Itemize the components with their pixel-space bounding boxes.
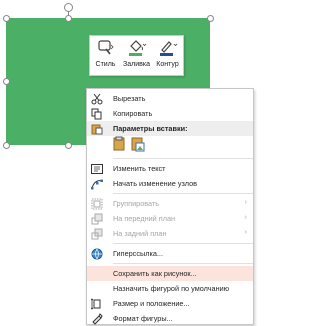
menu-item-set-default[interactable]: Назначить фигурой по умолчанию [87,281,253,296]
menu-item-size-position[interactable]: Размер и положение... [87,296,253,311]
menu-item-group[interactable]: Группировать › [87,196,253,211]
menu-item-hyperlink[interactable]: Гиперссылка... [87,246,253,261]
menu-item-label: Сохранить как рисунок... [113,269,197,278]
menu-item-copy[interactable]: Копировать [87,106,253,121]
edit-text-icon [87,161,107,176]
submenu-arrow-icon: › [244,229,247,236]
bring-front-icon [87,211,107,226]
resize-handle-top-right[interactable] [207,15,214,22]
resize-handle-bottom-left[interactable] [3,142,10,149]
style-brush-icon [97,39,115,57]
group-icon [87,196,107,211]
resize-handle-top[interactable] [65,15,72,22]
menu-separator [113,263,253,264]
menu-item-label: Начать изменение узлов [113,179,197,188]
outline-pen-icon [158,39,178,57]
menu-item-label: Гиперссылка... [113,249,163,258]
resize-handle-bottom[interactable] [65,142,72,149]
menu-item-label: Формат фигуры... [113,314,173,323]
fill-button[interactable]: Заливка [122,39,152,68]
context-menu: Вырезать Копировать Параметры вставки: И… [86,88,254,325]
rotation-handle[interactable] [64,3,73,12]
mini-toolbar: Стиль Заливка Контур [89,35,184,76]
size-position-icon [87,296,107,311]
paste-as-picture-icon[interactable] [131,136,145,157]
paste-keep-formatting-icon[interactable] [113,136,127,157]
menu-item-label: На передний план [113,214,176,223]
menu-item-save-as-picture[interactable]: Сохранить как рисунок... [87,266,253,281]
format-shape-icon [87,311,107,326]
hyperlink-globe-icon [87,246,107,261]
style-label: Стиль [95,61,116,68]
fill-bucket-icon [127,39,147,57]
menu-header-paste-options: Параметры вставки: [87,121,253,136]
menu-item-label: Копировать [113,109,153,118]
menu-separator [113,158,253,159]
fill-label: Заливка [123,61,150,68]
menu-item-label: Размер и положение... [113,299,190,308]
menu-item-cut[interactable]: Вырезать [87,91,253,106]
style-button[interactable]: Стиль [91,39,121,68]
menu-item-send-back[interactable]: На задний план › [87,226,253,241]
set-default-icon [87,281,107,296]
menu-item-label: На задний план [113,229,167,238]
menu-header-label: Параметры вставки: [113,124,188,133]
menu-item-label: Изменить текст [113,164,166,173]
resize-handle-top-left[interactable] [3,15,10,22]
menu-item-edit-points[interactable]: Начать изменение узлов [87,176,253,191]
menu-separator [113,193,253,194]
menu-separator [113,243,253,244]
send-back-icon [87,226,107,241]
menu-item-bring-front[interactable]: На передний план › [87,211,253,226]
resize-handle-left[interactable] [3,78,10,85]
menu-item-label: Вырезать [113,94,146,103]
submenu-arrow-icon: › [244,214,247,221]
menu-item-label: Группировать [113,199,160,208]
outline-button[interactable]: Контур [153,39,183,68]
menu-item-label: Назначить фигурой по умолчанию [113,284,230,293]
submenu-arrow-icon: › [244,199,247,206]
paste-icon [87,121,107,136]
menu-item-format-shape[interactable]: Формат фигуры... [87,311,253,326]
save-as-picture-icon [87,266,107,281]
edit-points-icon [87,176,107,191]
menu-item-edit-text[interactable]: Изменить текст [87,161,253,176]
outline-label: Контур [156,61,179,68]
copy-icon [87,106,107,121]
paste-options-row [87,136,253,156]
scissors-icon [87,91,107,106]
